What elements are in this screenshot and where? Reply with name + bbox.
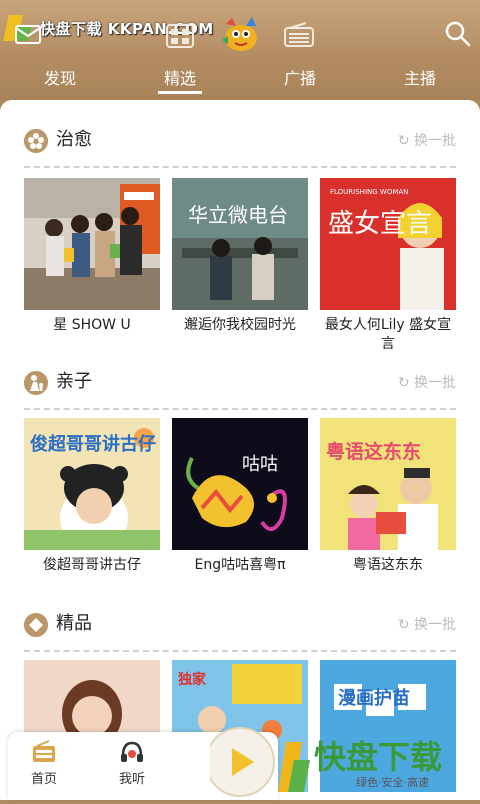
- refresh-button[interactable]: ↻ 换一批: [398, 132, 456, 150]
- flower-icon: [24, 129, 48, 153]
- section-header: 亲子 ↻ 换一批: [24, 362, 456, 402]
- program-title: Eng咕咕喜粤π: [194, 557, 286, 573]
- nav-my-listening[interactable]: 我听: [102, 740, 162, 787]
- cover-text: 盛女宣言: [328, 209, 432, 239]
- cover-text: 漫画护苗: [338, 687, 410, 709]
- tab-bar: 发现 精选 广播 主播: [0, 62, 480, 96]
- program-title: 粤语这东东: [353, 557, 423, 573]
- program-card[interactable]: 星 SHOW U: [24, 178, 160, 335]
- nav-home-label: 首页: [30, 772, 57, 787]
- radio-icon[interactable]: [284, 22, 314, 48]
- divider: [24, 650, 456, 652]
- headphone-icon: [121, 741, 143, 762]
- program-card[interactable]: 咕咕 Eng咕咕喜粤π: [172, 418, 308, 575]
- header: 快盘下载 KKPAN.COM 发现 精选 广播 主播: [0, 0, 480, 100]
- child-icon: [24, 371, 48, 395]
- ad-brand-text: 快盘下载: [314, 738, 442, 776]
- program-cover: 粤语这东东: [320, 418, 456, 550]
- tab-featured[interactable]: 精选: [140, 62, 220, 96]
- refresh-label: 换一批: [414, 375, 456, 391]
- tab-discover[interactable]: 发现: [20, 62, 100, 96]
- cover-text: 咕咕: [242, 454, 278, 475]
- section-title: 精品: [56, 613, 92, 634]
- mail-icon[interactable]: [14, 22, 42, 46]
- program-cover: 咕咕: [172, 418, 308, 550]
- program-title: 星 SHOW U: [53, 317, 131, 333]
- cover-subtext: FLOURISHING WOMAN: [330, 188, 408, 196]
- grid-icon[interactable]: [166, 24, 194, 48]
- ad-slogan-text: 绿色·安全·高速: [356, 775, 429, 789]
- divider: [24, 408, 456, 410]
- cover-text: 粤语这东东: [326, 440, 421, 463]
- section-title: 治愈: [56, 129, 92, 150]
- section-title: 亲子: [56, 371, 92, 392]
- tab-broadcast[interactable]: 广播: [260, 62, 340, 96]
- program-cover: FLOURISHING WOMAN 盛女宣言: [320, 178, 456, 310]
- program-title: 俊超哥哥讲古仔: [43, 557, 141, 573]
- cover-text: 俊超哥哥讲古仔: [30, 433, 156, 455]
- search-icon[interactable]: [444, 20, 472, 48]
- cover-text: 华立微电台: [188, 203, 288, 227]
- program-card[interactable]: 俊超哥哥讲古仔 俊超哥哥讲古仔: [24, 418, 160, 575]
- refresh-icon: ↻: [397, 133, 410, 149]
- refresh-icon: ↻: [397, 375, 410, 391]
- refresh-icon: ↻: [397, 617, 410, 633]
- ad-overlay: 快盘下载 绿色·安全·高速: [205, 716, 480, 800]
- program-card[interactable]: 粤语这东东 粤语这东东: [320, 418, 456, 575]
- program-cover: 俊超哥哥讲古仔: [24, 418, 160, 550]
- radio-home-icon: [33, 740, 55, 762]
- program-cover: [24, 178, 160, 310]
- program-card[interactable]: 华立微电台 邂逅你我校园时光: [172, 178, 308, 335]
- program-card[interactable]: FLOURISHING WOMAN 盛女宣言 最女人何Lily 盛女宣言: [320, 178, 456, 354]
- nav-my-listening-label: 我听: [118, 772, 145, 787]
- refresh-label: 换一批: [414, 617, 456, 633]
- refresh-button[interactable]: ↻ 换一批: [398, 616, 456, 634]
- tab-hosts[interactable]: 主播: [380, 62, 460, 96]
- mascot-logo[interactable]: [218, 14, 264, 54]
- section-header: 治愈 ↻ 换一批: [24, 120, 456, 160]
- content-panel: 治愈 ↻ 换一批 星 SHOW U 华立微电台 邂逅你我校园时光 FLOURIS…: [0, 100, 480, 800]
- nav-home[interactable]: 首页: [14, 740, 74, 787]
- diamond-icon: [24, 613, 48, 637]
- refresh-button[interactable]: ↻ 换一批: [398, 374, 456, 392]
- program-title: 最女人何Lily 盛女宣言: [324, 317, 452, 352]
- program-cover: 华立微电台: [172, 178, 308, 310]
- section-header: 精品 ↻ 换一批: [24, 604, 456, 644]
- divider: [24, 166, 456, 168]
- refresh-label: 换一批: [414, 133, 456, 149]
- cover-text: 独家: [178, 671, 207, 688]
- program-title: 邂逅你我校园时光: [184, 317, 296, 333]
